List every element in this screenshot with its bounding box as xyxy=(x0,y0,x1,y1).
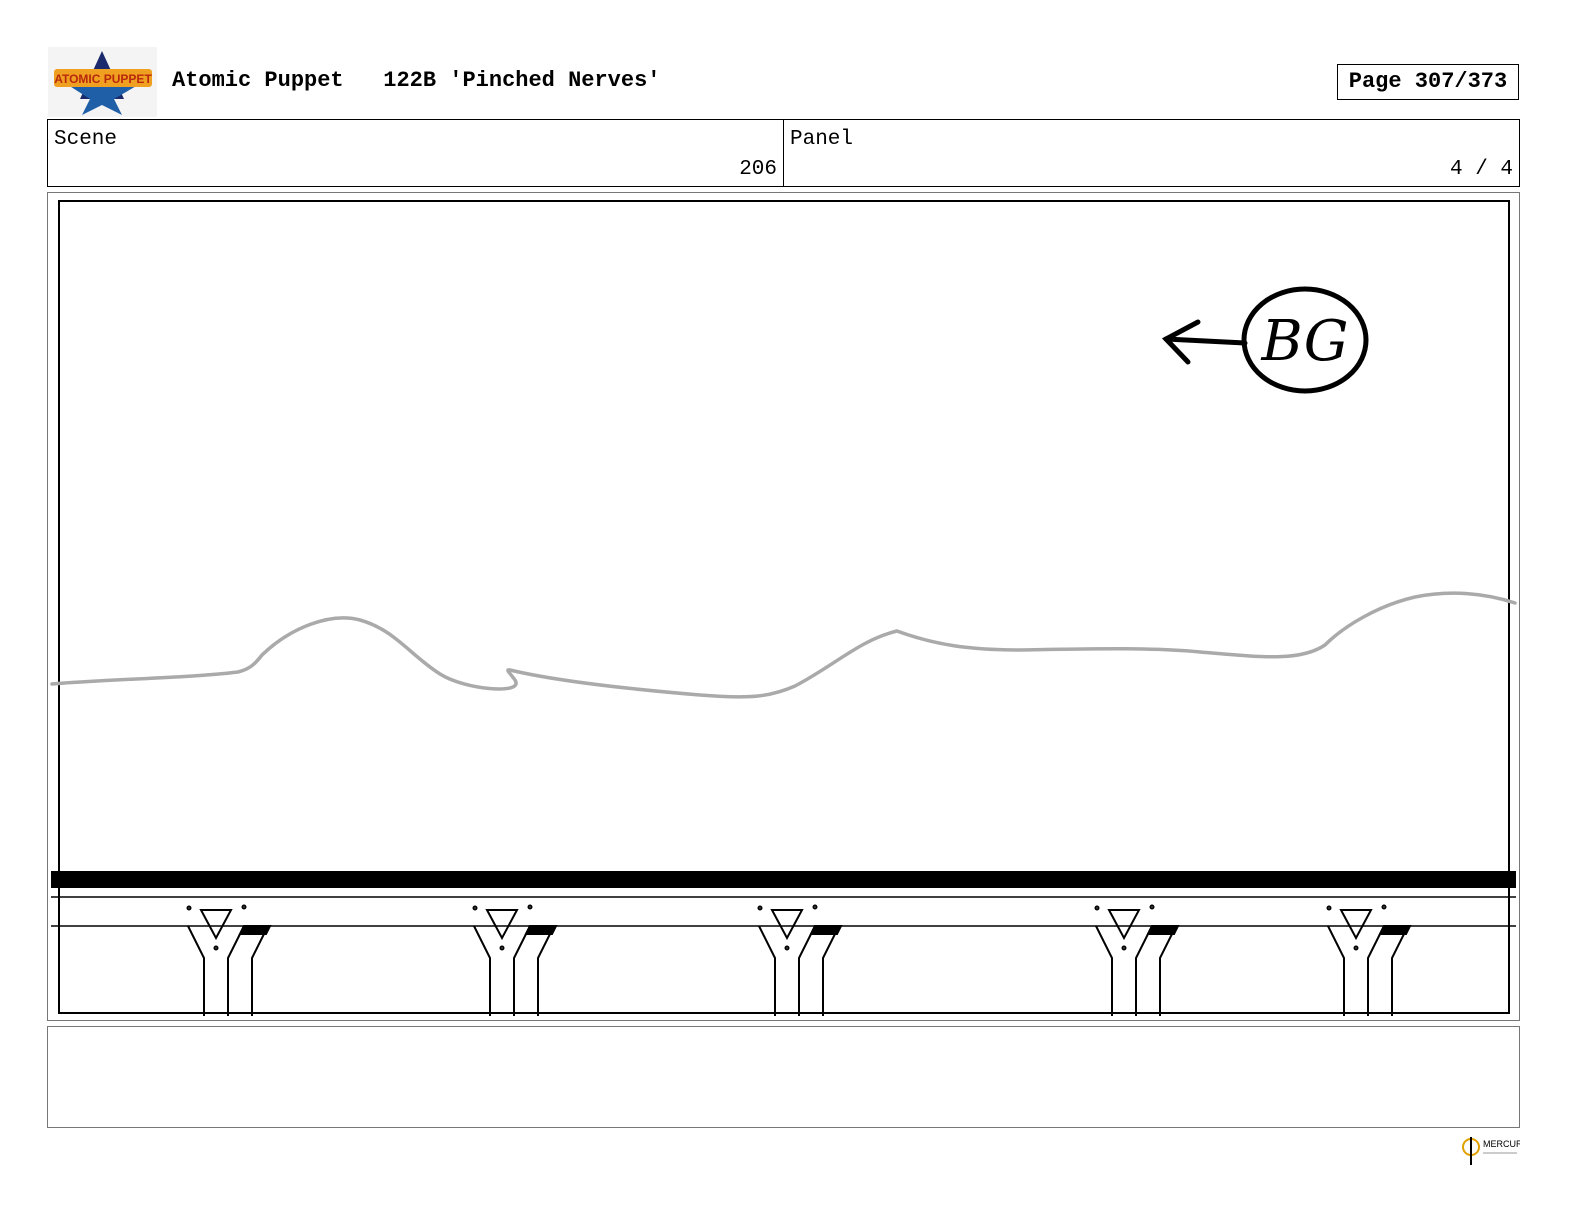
studio-logo: MERCURY xyxy=(1459,1131,1520,1167)
bridge-pylons xyxy=(186,904,1412,1016)
notes-box xyxy=(47,1026,1520,1128)
bg-annotation: BG xyxy=(1161,286,1369,394)
hill-line xyxy=(50,591,1517,699)
pylon xyxy=(1094,904,1180,1016)
bridge-deck xyxy=(51,871,1516,888)
bg-label: BG xyxy=(1261,309,1349,374)
bg-arrow-shaft xyxy=(1163,336,1248,346)
pylon xyxy=(472,904,558,1016)
pylon xyxy=(186,904,272,1016)
studio-logo-text: MERCURY xyxy=(1483,1139,1520,1149)
pylon xyxy=(757,904,843,1016)
pylon xyxy=(1326,904,1412,1016)
